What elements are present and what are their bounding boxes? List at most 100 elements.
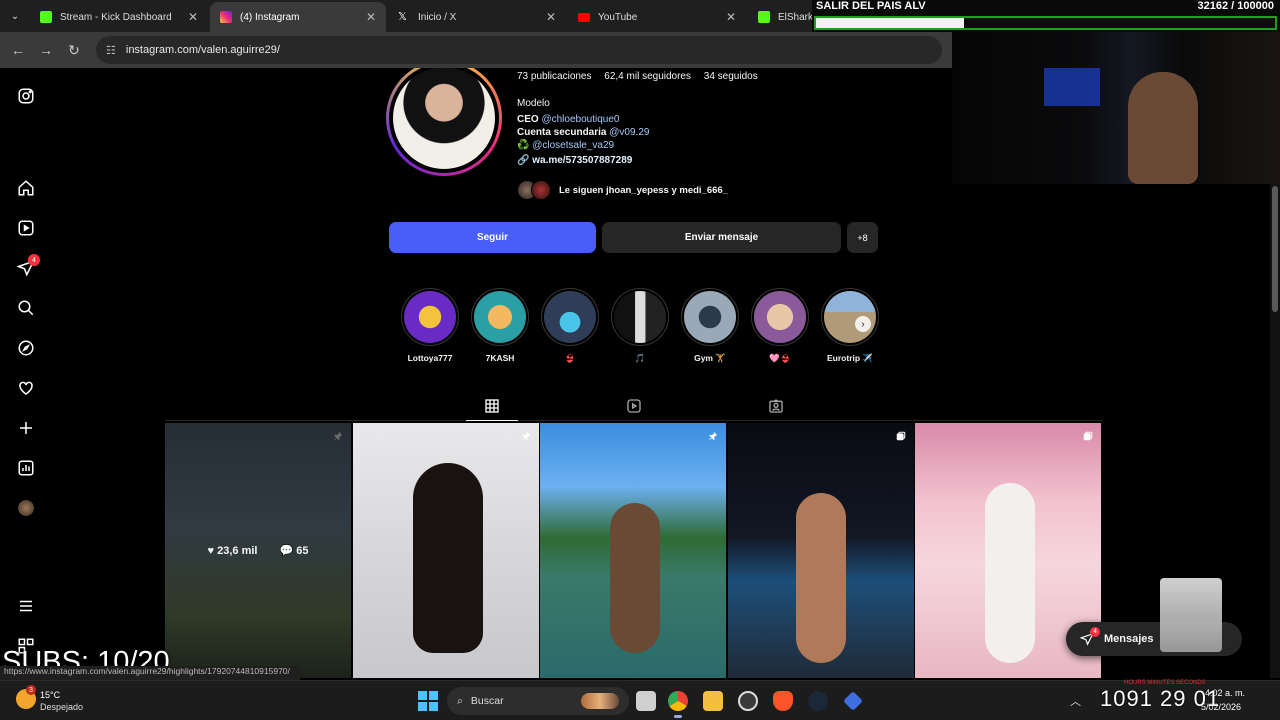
tray-overflow-icon[interactable]: ︿ [1070,693,1081,709]
highlight-item[interactable]: 👙 [540,288,600,364]
windows-start-icon[interactable] [418,691,438,711]
post-thumbnail[interactable] [540,423,726,678]
reload-icon[interactable]: ↻ [64,40,84,60]
bio-external-link[interactable]: wa.me/573507887289 [532,155,632,166]
stream-goal-count: 32162 / 100000 [1197,0,1274,12]
browser-toolbar: ← → ↻ ☷ instagram.com/valen.aguirre29/ [0,32,952,68]
post-figure [796,493,846,663]
address-bar[interactable]: ☷ instagram.com/valen.aguirre29/ [96,36,942,64]
bio-ceo-mention[interactable]: @chloeboutique0 [541,114,619,125]
tab-youtube[interactable]: YouTube ✕ [568,2,746,32]
webcam-background-light [1044,68,1100,106]
instagram-logo-icon[interactable] [16,86,36,106]
highlights-next-icon[interactable]: › [855,316,871,332]
more-menu-icon[interactable] [16,596,36,616]
highlight-cover [404,291,456,343]
tab-kick-dashboard[interactable]: Stream - Kick Dashboard ✕ [30,2,208,32]
profile-picture[interactable] [386,68,502,176]
highlight-item[interactable]: 🩷👙 [750,288,810,364]
file-explorer-icon[interactable] [703,691,723,711]
taskbar-search-input[interactable]: ⌕ Buscar [447,687,629,715]
follow-button[interactable]: Seguir [389,222,596,253]
close-tab-icon[interactable]: ✕ [188,10,198,24]
explore-icon[interactable] [16,338,36,358]
reels-tab-icon[interactable] [626,398,642,414]
stream-timer: 1091 29 01 [1100,686,1221,711]
following-count[interactable]: 34 seguidos [704,71,758,82]
link-hover-status: https://www.instagram.com/valen.aguirre2… [0,666,300,680]
active-tab-indicator [466,420,518,421]
x-favicon-icon: 𝕏 [398,11,407,23]
scrollbar-thumb[interactable] [1272,186,1278,312]
link-icon: 🔗 [517,155,530,166]
recycle-icon: ♻️ [517,140,530,151]
highlight-cover [754,291,806,343]
reels-icon[interactable] [16,218,36,238]
instagram-favicon-icon [220,11,232,23]
post-thumbnail[interactable] [353,423,539,678]
app-diamond-icon[interactable] [843,691,863,711]
post-figure [610,503,660,653]
stream-goal-progress-bar [814,16,1277,30]
tagged-tab-icon[interactable] [768,398,784,414]
highlight-item[interactable]: Gym 🏋 [680,288,740,364]
posts-grid-tab-icon[interactable] [484,398,500,414]
dashboard-chart-icon[interactable] [16,458,36,478]
forward-icon[interactable]: → [36,40,56,60]
search-icon[interactable] [16,298,36,318]
carousel-icon [1083,431,1093,441]
highlight-label: 7KASH [485,353,515,363]
pinned-icon [522,431,531,441]
profile-stats: 73 publicaciones 62,4 mil seguidores 34 … [517,71,768,82]
highlight-item[interactable]: 7KASH [470,288,530,363]
bio-secondary-label: Cuenta secundaria [517,127,607,138]
highlight-cover [684,291,736,343]
highlight-item[interactable]: Eurotrip ✈️ [820,288,880,364]
highlight-item[interactable]: Lottoya777 [400,288,460,363]
tab-instagram[interactable]: (4) Instagram ✕ [210,2,386,32]
suggested-accounts-button[interactable]: +⁠8 [847,222,878,253]
create-plus-icon[interactable] [16,418,36,438]
chrome-icon[interactable] [668,691,688,718]
followers-count[interactable]: 62,4 mil seguidores [604,71,691,82]
obs-icon[interactable] [738,691,758,711]
post-thumbnail[interactable] [728,423,914,678]
steam-icon[interactable] [808,691,828,711]
profile-avatar-icon[interactable] [16,498,36,518]
pinned-icon [709,431,718,441]
search-icon: ⌕ [457,694,463,707]
task-view-icon[interactable] [636,691,656,711]
bio-secondary-mention[interactable]: @v09.29 [609,127,649,138]
weather-description[interactable]: Despejado [40,702,83,712]
site-info-icon[interactable]: ☷ [106,44,116,57]
posts-count[interactable]: 73 publicaciones [517,71,592,82]
close-tab-icon[interactable]: ✕ [366,10,376,24]
send-message-button[interactable]: Enviar mensaje [602,222,841,253]
webcam-person [1128,72,1198,184]
stream-goal-progress-fill [816,18,964,28]
close-tab-icon[interactable]: ✕ [726,10,736,24]
youtube-favicon-icon [578,12,590,22]
followed-by-text: Le siguen jhoan_yepess y medi_666_ [559,184,728,196]
brave-icon[interactable] [773,691,793,711]
bio-closet-mention[interactable]: @closetsale_va29 [532,140,614,151]
close-tab-icon[interactable]: ✕ [546,10,556,24]
post-figure [985,483,1035,663]
back-icon[interactable]: ← [8,40,28,60]
kick-favicon-icon [40,11,52,23]
weather-temperature[interactable]: 15°C [40,690,60,700]
notification-badge: 4 [28,254,40,266]
notifications-heart-icon[interactable] [16,378,36,398]
tab-x[interactable]: 𝕏 Inicio / X ✕ [388,2,566,32]
highlight-label: 🎵 [634,353,646,363]
home-icon[interactable] [16,178,36,198]
followed-by[interactable]: Le siguen jhoan_yepess y medi_666_ [517,180,728,200]
tab-search-button[interactable]: ⌄ [6,7,24,25]
page-scrollbar[interactable] [1270,184,1280,678]
comments-stat: 💬 65 [279,545,309,557]
tab-title: YouTube [598,11,638,23]
likes-stat: ♥ 23,6 mil [207,544,258,557]
highlight-item[interactable]: 🎵 [610,288,670,364]
windows-taskbar: 3 15°C Despejado ⌕ Buscar ︿ 4:02 a. m. 5… [0,680,1280,720]
post-thumbnail[interactable]: ♥ 23,6 mil 💬 65 [165,423,351,678]
